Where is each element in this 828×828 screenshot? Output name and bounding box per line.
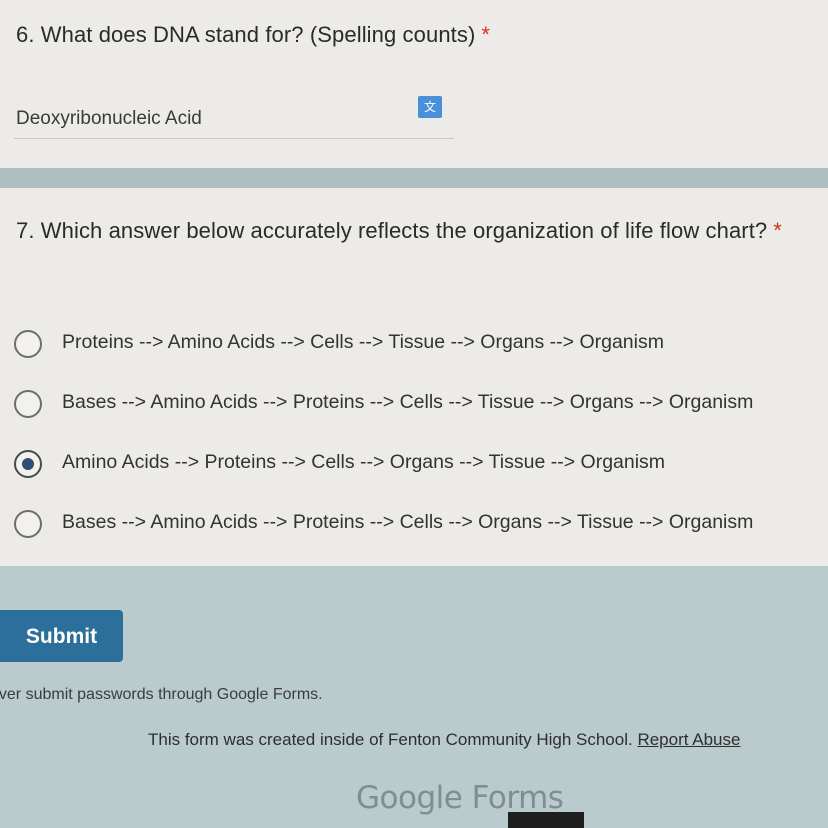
footer: This form was created inside of Fenton C… [148,730,740,750]
answer-underline [14,138,454,139]
google-forms-logo: Google Forms [356,780,564,816]
required-mark: * [773,218,782,243]
radio-button-selected[interactable] [14,450,42,478]
option-4[interactable]: Bases --> Amino Acids --> Proteins --> C… [14,504,814,544]
option-2[interactable]: Bases --> Amino Acids --> Proteins --> C… [14,384,814,424]
report-abuse-link[interactable]: Report Abuse [637,730,740,749]
option-label: Bases --> Amino Acids --> Proteins --> C… [62,391,754,413]
bottom-bar [508,812,584,828]
question-6-text: 6. What does DNA stand for? (Spelling co… [16,22,476,47]
question-6-answer-field[interactable]: Deoxyribonucleic Acid [16,108,202,130]
question-6-title: 6. What does DNA stand for? (Spelling co… [16,16,490,54]
option-label: Proteins --> Amino Acids --> Cells --> T… [62,331,664,353]
radio-dot-icon [22,458,34,470]
radio-button[interactable] [14,330,42,358]
option-1[interactable]: Proteins --> Amino Acids --> Cells --> T… [14,324,814,364]
question-card-6: 6. What does DNA stand for? (Spelling co… [0,0,828,168]
card-separator [0,168,828,188]
footer-created-text: This form was created inside of Fenton C… [148,730,633,749]
radio-button[interactable] [14,510,42,538]
submit-button[interactable]: Submit [0,610,123,662]
option-3[interactable]: Amino Acids --> Proteins --> Cells --> O… [14,444,814,484]
radio-button[interactable] [14,390,42,418]
password-warning: ever submit passwords through Google For… [0,686,323,703]
option-label: Amino Acids --> Proteins --> Cells --> O… [62,451,666,473]
required-mark: * [481,22,491,47]
question-7-text: 7. Which answer below accurately reflect… [16,218,768,243]
option-label: Bases --> Amino Acids --> Proteins --> C… [62,511,754,533]
question-7-title: 7. Which answer below accurately reflect… [16,212,796,250]
translate-icon[interactable]: 文 [418,96,442,118]
